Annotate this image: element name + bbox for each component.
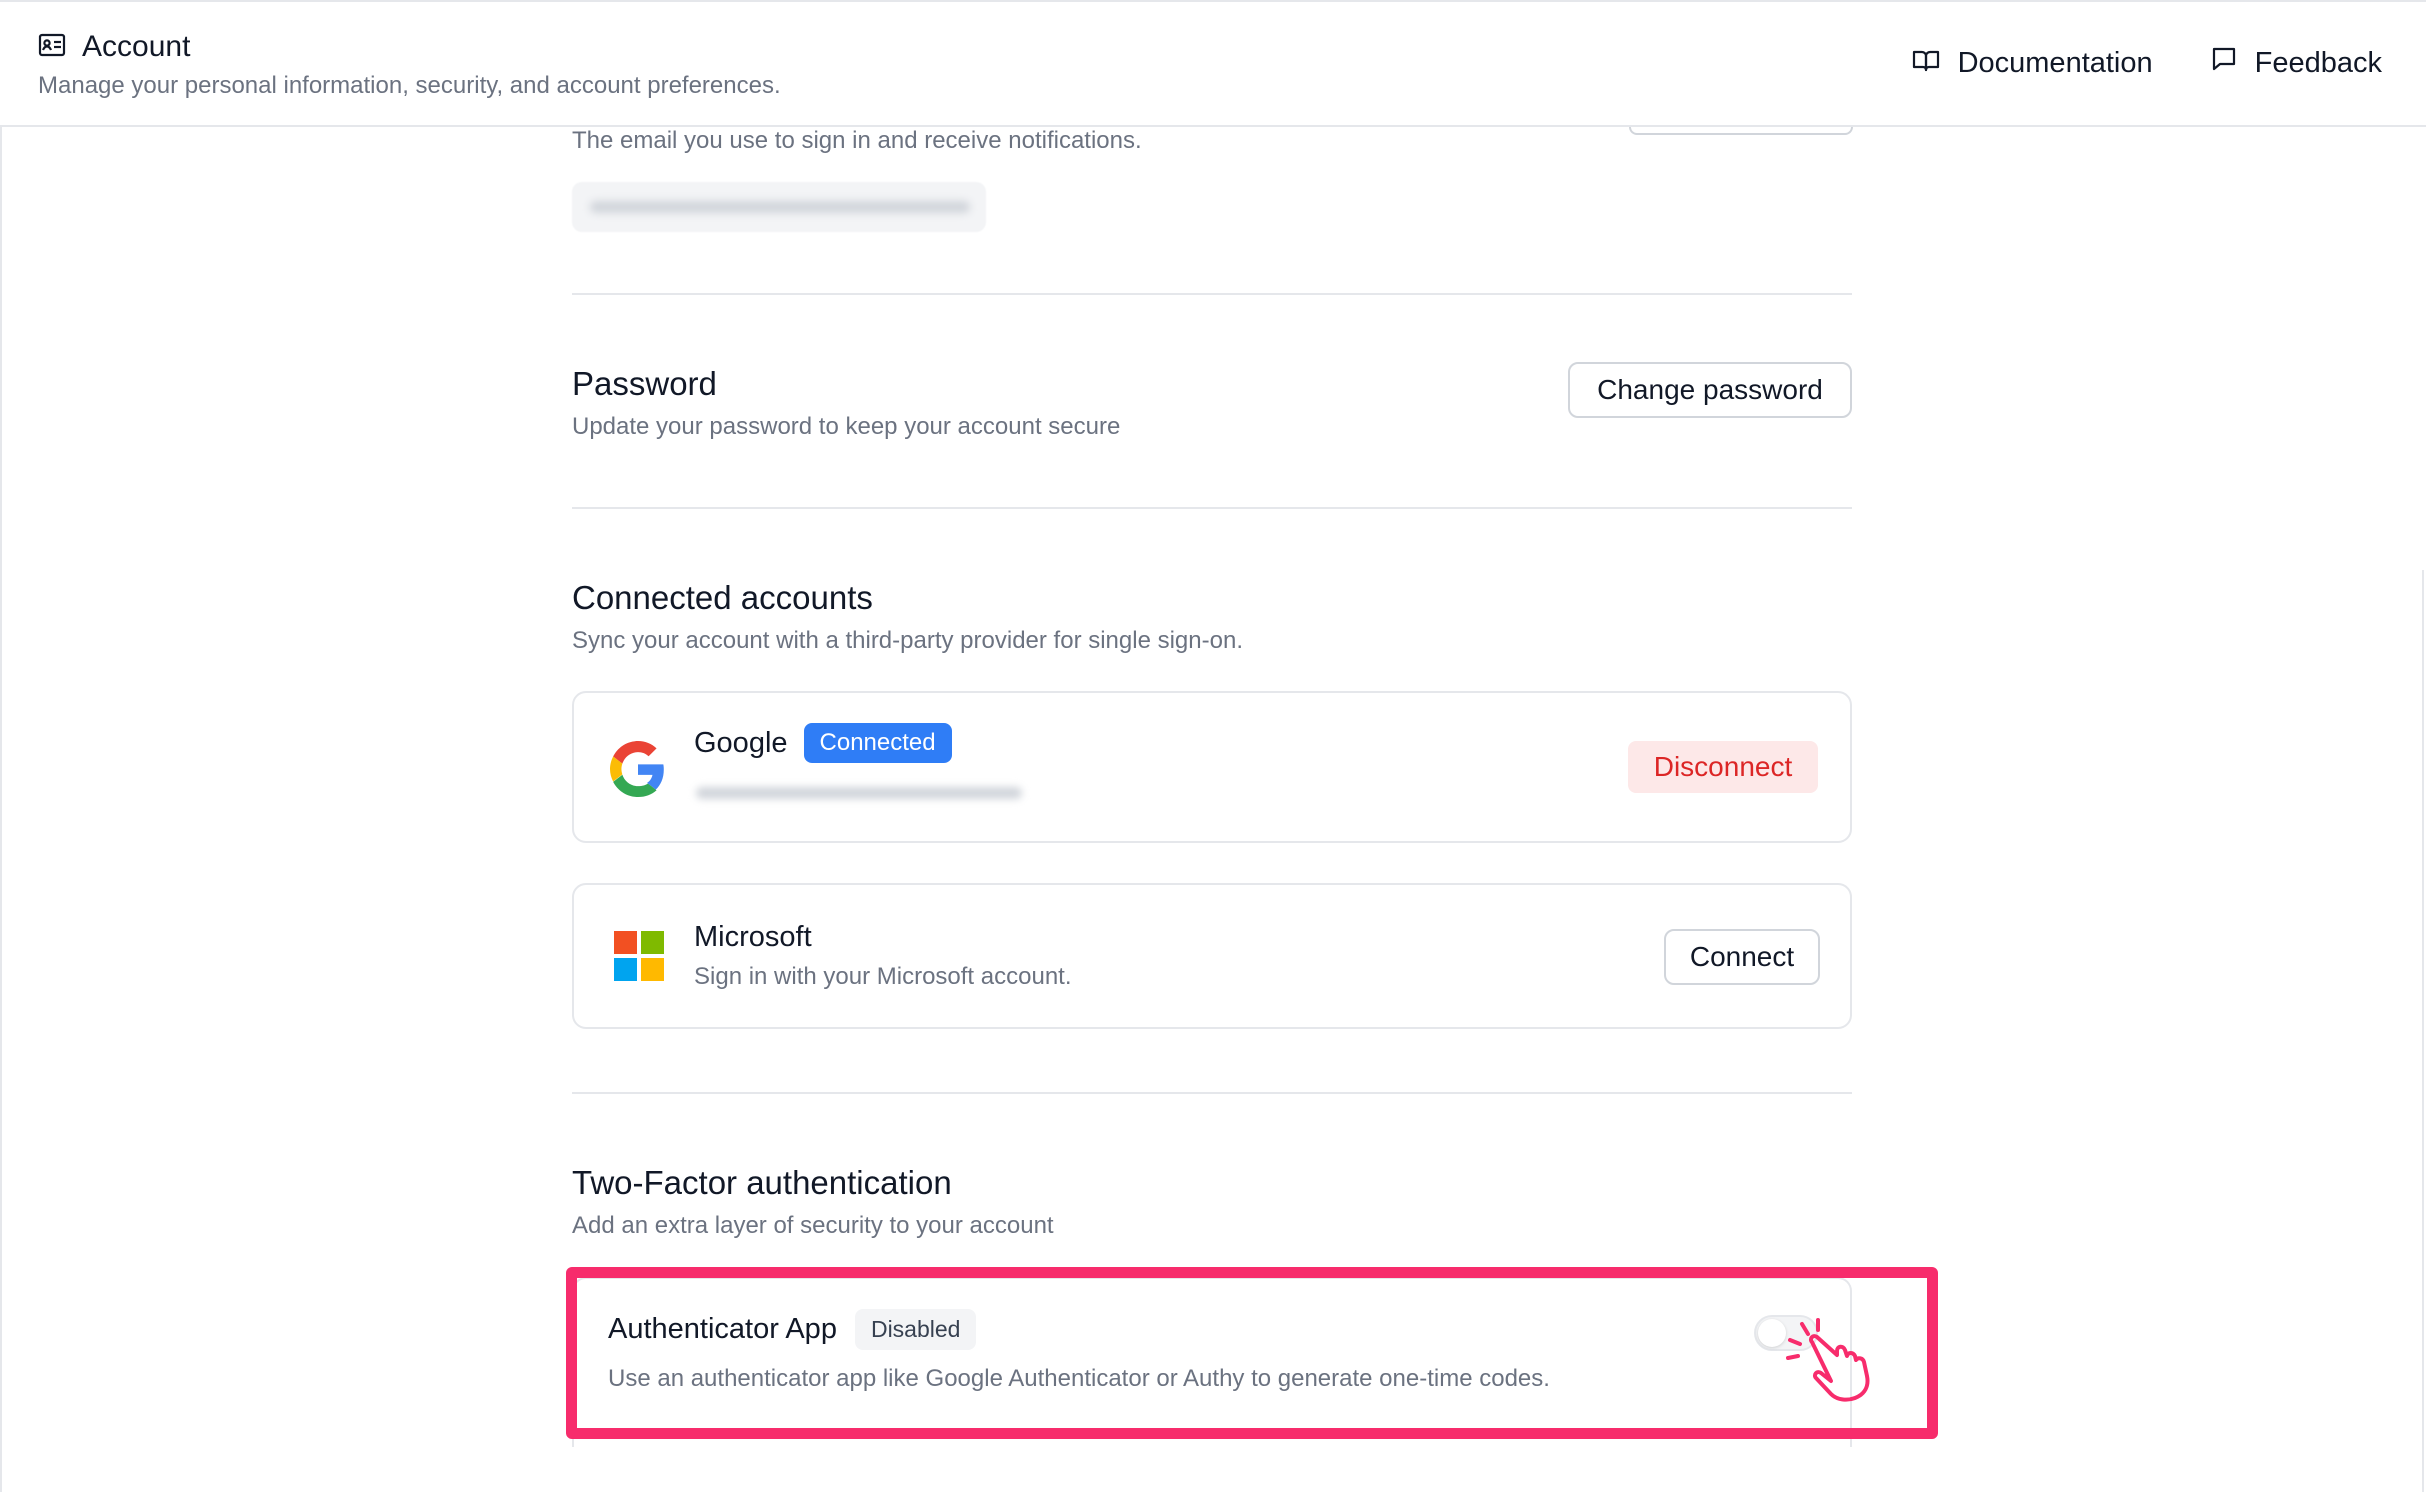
google-provider-name: Google bbox=[694, 726, 788, 759]
scrollbar-track[interactable] bbox=[2422, 570, 2426, 1492]
connected-accounts-title: Connected accounts bbox=[572, 579, 873, 616]
highlight-box bbox=[566, 1267, 1938, 1439]
click-hand-icon bbox=[1782, 1318, 1892, 1413]
divider bbox=[572, 1092, 1852, 1094]
google-account-email bbox=[696, 787, 1022, 799]
left-border bbox=[0, 127, 6, 1492]
book-icon bbox=[1912, 47, 1940, 80]
header-title-row: Account bbox=[38, 30, 190, 64]
google-account-card: Google Connected Disconnect bbox=[572, 691, 1852, 843]
microsoft-description: Sign in with your Microsoft account. bbox=[694, 963, 1072, 990]
email-description: The email you use to sign in and receive… bbox=[572, 127, 1142, 154]
password-title: Password bbox=[572, 365, 717, 402]
password-description: Update your password to keep your accoun… bbox=[572, 413, 1121, 440]
connect-button[interactable]: Connect bbox=[1664, 929, 1820, 985]
divider bbox=[572, 293, 1852, 295]
microsoft-icon bbox=[614, 931, 664, 986]
page-title: Account bbox=[82, 30, 191, 63]
microsoft-provider-name: Microsoft bbox=[694, 921, 812, 953]
connected-accounts-description: Sync your account with a third-party pro… bbox=[572, 627, 1243, 654]
message-square-icon bbox=[2211, 46, 2237, 80]
feedback-link[interactable]: Feedback bbox=[2211, 46, 2382, 80]
page-header: Account Manage your personal information… bbox=[0, 0, 2426, 127]
microsoft-account-card: Microsoft Sign in with your Microsoft ac… bbox=[572, 883, 1852, 1029]
page-subtitle: Manage your personal information, securi… bbox=[38, 72, 781, 99]
two-factor-title: Two-Factor authentication bbox=[572, 1164, 952, 1201]
id-card-icon bbox=[38, 33, 66, 62]
email-value bbox=[572, 182, 986, 232]
two-factor-description: Add an extra layer of security to your a… bbox=[572, 1212, 1054, 1239]
change-password-button[interactable]: Change password bbox=[1568, 362, 1852, 418]
documentation-label: Documentation bbox=[1957, 46, 2153, 79]
header-links: Documentation Feedback bbox=[1912, 46, 2382, 80]
google-icon bbox=[610, 741, 666, 802]
change-email-button[interactable] bbox=[1629, 127, 1853, 135]
divider bbox=[572, 507, 1852, 509]
connected-badge: Connected bbox=[803, 723, 952, 763]
disconnect-button[interactable]: Disconnect bbox=[1628, 741, 1818, 793]
documentation-link[interactable]: Documentation bbox=[1912, 47, 2153, 80]
feedback-label: Feedback bbox=[2254, 46, 2382, 79]
